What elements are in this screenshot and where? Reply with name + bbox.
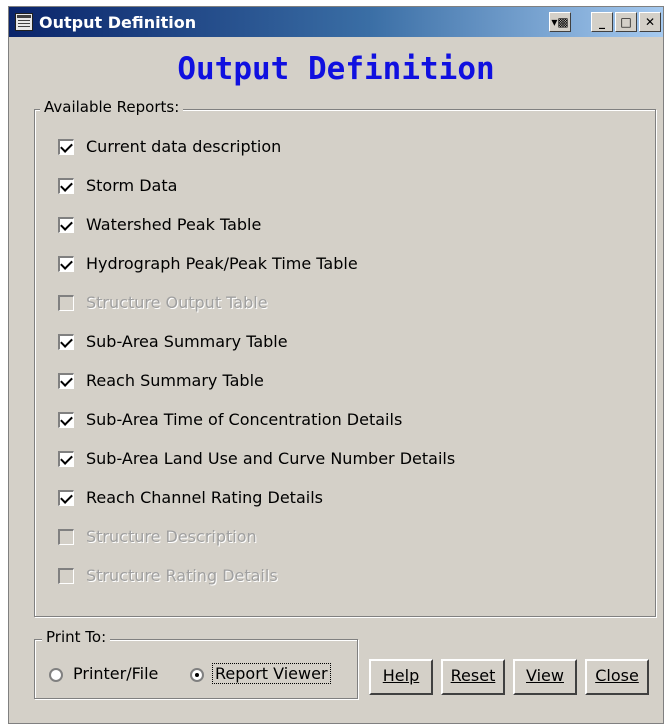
report-label: Storm Data bbox=[86, 176, 178, 195]
report-label: Structure Output Table bbox=[86, 293, 268, 312]
help-button[interactable]: Help bbox=[369, 659, 433, 695]
report-checkbox[interactable] bbox=[58, 178, 74, 194]
reset-button-label: Reset bbox=[450, 666, 496, 685]
report-checkbox bbox=[58, 568, 74, 584]
close-button-label: Close bbox=[595, 666, 639, 685]
report-label: Sub-Area Land Use and Curve Number Detai… bbox=[86, 449, 456, 468]
view-button-label: View bbox=[526, 666, 564, 685]
report-label: Structure Rating Details bbox=[86, 566, 278, 585]
report-label: Current data description bbox=[86, 137, 282, 156]
printer-file-label[interactable]: Printer/File bbox=[73, 664, 158, 683]
special-menu-button[interactable]: ▾▩ bbox=[549, 12, 571, 32]
report-checkbox[interactable] bbox=[58, 490, 74, 506]
help-button-label: Help bbox=[382, 666, 420, 685]
report-label: Hydrograph Peak/Peak Time Table bbox=[86, 254, 358, 273]
reset-button[interactable]: Reset bbox=[441, 659, 505, 695]
close-button[interactable]: Close bbox=[585, 659, 649, 695]
report-checkbox[interactable] bbox=[58, 373, 74, 389]
title-bar[interactable]: Output Definition ▾▩ _ □ ✕ bbox=[9, 7, 663, 37]
report-label: Reach Channel Rating Details bbox=[86, 488, 323, 507]
report-checkbox[interactable] bbox=[58, 139, 74, 155]
report-label: Structure Description bbox=[86, 527, 257, 546]
report-label: Sub-Area Time of Concentration Details bbox=[86, 410, 403, 429]
report-viewer-radio[interactable] bbox=[190, 668, 204, 682]
print-to-legend: Print To: bbox=[42, 628, 111, 646]
report-viewer-label[interactable]: Report Viewer bbox=[212, 663, 331, 684]
report-label: Reach Summary Table bbox=[86, 371, 264, 390]
report-checkbox[interactable] bbox=[58, 451, 74, 467]
printer-file-radio[interactable] bbox=[49, 668, 63, 682]
available-reports-legend: Available Reports: bbox=[40, 98, 184, 116]
view-button[interactable]: View bbox=[513, 659, 577, 695]
minimize-button[interactable]: _ bbox=[591, 12, 613, 32]
report-label: Watershed Peak Table bbox=[86, 215, 262, 234]
close-window-button[interactable]: ✕ bbox=[639, 12, 661, 32]
page-title: Output Definition bbox=[177, 51, 495, 87]
report-label: Sub-Area Summary Table bbox=[86, 332, 288, 351]
report-checkbox bbox=[58, 295, 74, 311]
app-table-icon bbox=[15, 13, 33, 31]
output-definition-window: Output Definition ▾▩ _ □ ✕ Output Defini… bbox=[8, 6, 664, 724]
report-checkbox[interactable] bbox=[58, 217, 74, 233]
maximize-button[interactable]: □ bbox=[615, 12, 637, 32]
window-title: Output Definition bbox=[39, 13, 197, 32]
report-checkbox bbox=[58, 529, 74, 545]
report-checkbox[interactable] bbox=[58, 412, 74, 428]
report-checkbox[interactable] bbox=[58, 334, 74, 350]
report-checkbox[interactable] bbox=[58, 256, 74, 272]
